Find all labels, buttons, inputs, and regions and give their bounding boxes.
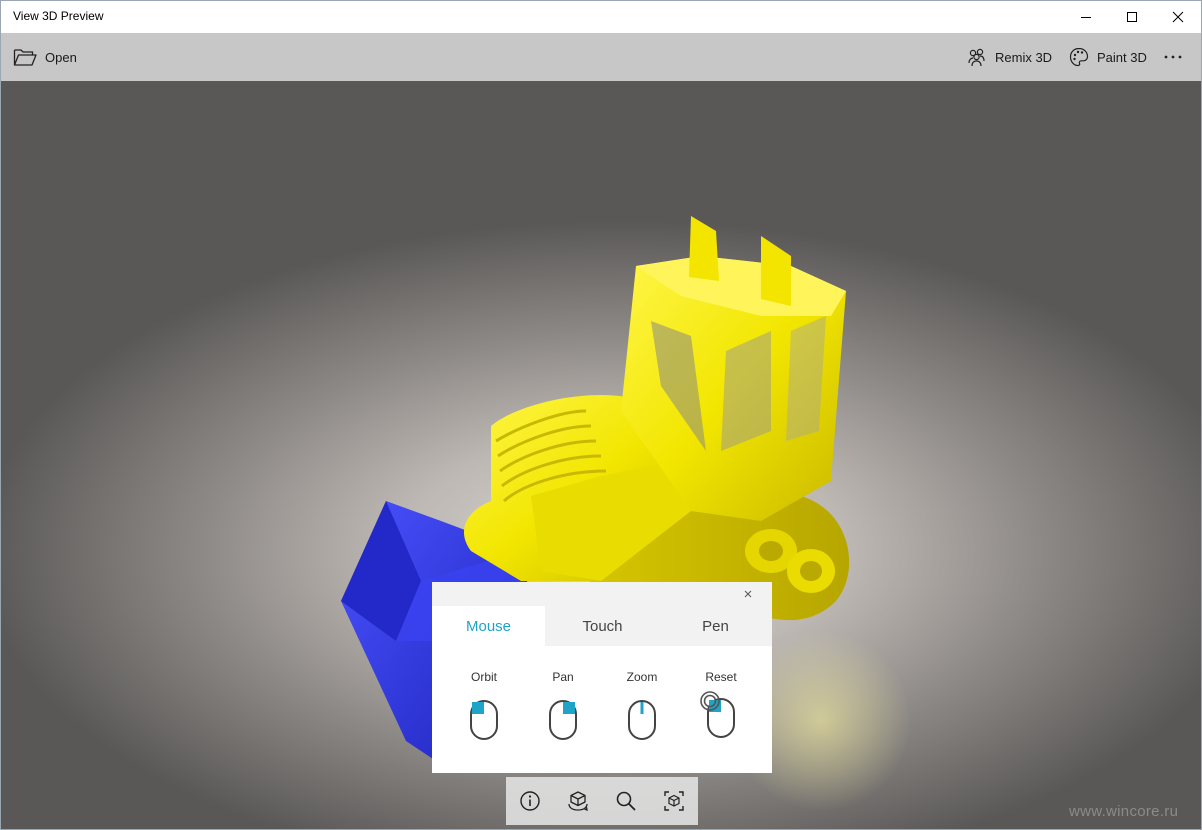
orbit-label: Orbit [470, 670, 497, 684]
maximize-icon [1127, 12, 1137, 22]
info-icon [520, 791, 540, 811]
zoom-icon [616, 791, 636, 811]
maximize-button[interactable] [1109, 1, 1155, 33]
zoom-button[interactable] [602, 777, 650, 825]
zoom-label: Zoom [626, 670, 658, 684]
close-icon [744, 590, 752, 598]
minimize-button[interactable] [1063, 1, 1109, 33]
mouse-right-button-icon [549, 700, 577, 740]
remix-3d-button[interactable]: Remix 3D [967, 33, 1052, 81]
paint-3d-label: Paint 3D [1097, 49, 1147, 65]
info-button[interactable] [506, 777, 554, 825]
watermark: www.wincore.ru [1069, 803, 1179, 820]
remix-3d-label: Remix 3D [995, 49, 1053, 65]
more-icon [1164, 55, 1182, 59]
more-options-button[interactable] [1163, 33, 1191, 81]
mouse-double-click-icon [700, 691, 735, 738]
mouse-scroll-wheel-icon [628, 700, 656, 740]
pan-label: Pan [552, 670, 574, 684]
close-icon [1172, 11, 1184, 23]
control-pan: Pan [523, 670, 603, 740]
open-button[interactable]: Open [13, 33, 77, 81]
orbit-icon [568, 791, 588, 812]
paint-3d-button[interactable]: Paint 3D [1069, 33, 1147, 81]
palette-icon [1069, 47, 1089, 67]
view-toolbar [506, 777, 698, 825]
controls-help-panel: Mouse Touch Pen Orbit Pan Zoom Reset [432, 582, 772, 773]
minimize-icon [1081, 17, 1091, 18]
control-zoom: Zoom [602, 670, 682, 740]
mouse-left-button-icon [470, 700, 498, 740]
close-window-button[interactable] [1155, 1, 1201, 33]
reset-view-icon [664, 791, 684, 811]
command-bar: Open Remix 3D Paint 3D [1, 33, 1201, 81]
reset-view-button[interactable] [650, 777, 698, 825]
orbit-button[interactable] [554, 777, 602, 825]
tab-mouse[interactable]: Mouse [432, 606, 545, 646]
tab-touch[interactable]: Touch [546, 606, 659, 646]
app-window: View 3D Preview Open Remix 3D Paint 3D M… [0, 0, 1202, 830]
community-icon [968, 48, 985, 67]
control-reset: Reset [681, 670, 761, 738]
tab-pen[interactable]: Pen [659, 606, 772, 646]
open-label: Open [45, 49, 77, 65]
reset-label: Reset [705, 670, 737, 684]
panel-close-button[interactable] [740, 586, 756, 602]
folder-open-icon [13, 49, 37, 66]
window-title: View 3D Preview [13, 9, 104, 23]
control-orbit: Orbit [444, 670, 524, 740]
title-bar: View 3D Preview [1, 1, 1201, 33]
